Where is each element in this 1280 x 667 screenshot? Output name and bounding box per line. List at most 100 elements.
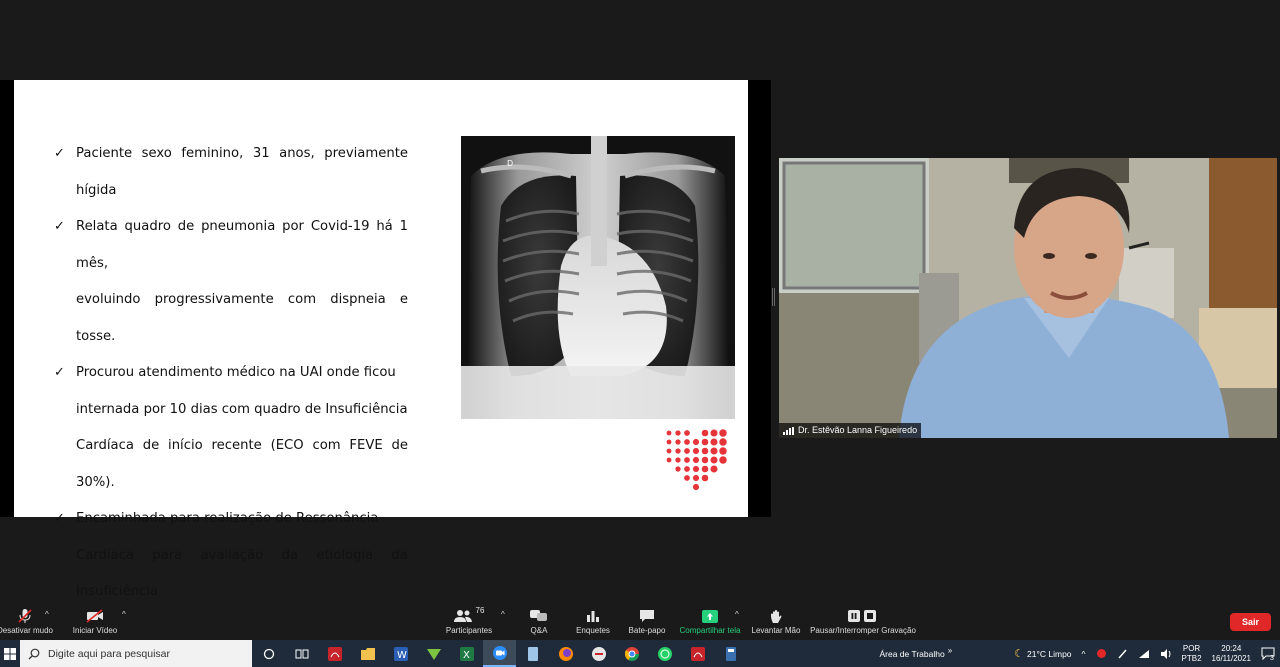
bullet-list: ✓ Paciente sexo feminino, 31 anos, previa… (54, 136, 408, 647)
polls-label: Enquetes (576, 626, 610, 635)
bullet-text: evoluindo progressivamente com dispneia … (76, 292, 408, 344)
participants-count: 76 (475, 606, 485, 615)
share-screen-label: Compartilhar tela (679, 626, 741, 635)
word-icon[interactable]: W (384, 640, 417, 667)
logo-dot (666, 457, 672, 463)
logo-dot (684, 457, 690, 463)
polls-button[interactable]: Enquetes (573, 606, 613, 635)
logo-dot (710, 438, 718, 446)
video-off-icon (86, 606, 104, 626)
raise-hand-label: Levantar Mão (751, 626, 801, 635)
bullet-item: ✓ Paciente sexo feminino, 31 anos, previa… (54, 136, 408, 209)
qa-icon (530, 606, 548, 626)
participants-options-caret[interactable]: ^ (501, 610, 505, 619)
bullet-text: Procurou atendimento médico na UAI onde … (76, 365, 396, 380)
bullet-item-continuation: Cardíaca de início recente (ECO com FEVE… (54, 428, 408, 501)
whatsapp-icon[interactable] (648, 640, 681, 667)
system-tray: Área de Trabalho » ☾ 21°C Limpo ^ POR PTB… (874, 640, 1280, 667)
qa-button[interactable]: Q&A (524, 606, 554, 635)
speaker-video[interactable]: Dr. Estêvão Lanna Figueiredo (779, 158, 1277, 438)
logo-dot (701, 465, 709, 473)
logo-dot (666, 448, 672, 454)
clock[interactable]: 20:24 16/11/2021 (1207, 644, 1256, 664)
logo-dot (710, 447, 718, 455)
logo-dot (719, 429, 727, 437)
bullet-item: ✓ Encaminhada para realização de Ressonân… (54, 501, 408, 538)
taskbar-search-box[interactable]: Digite aqui para pesquisar (20, 640, 252, 667)
meeting-toolbar: Desativar mudo ^ Iniciar Vídeo ^ 76 Part… (0, 600, 1280, 640)
logo-dot (675, 430, 681, 436)
language-bottom: PTB2 (1181, 653, 1202, 663)
app-green-icon[interactable] (417, 640, 450, 667)
logo-dot (675, 448, 681, 454)
logo-dot (675, 439, 681, 445)
share-options-caret[interactable]: ^ (735, 610, 739, 619)
participants-button[interactable]: 76 Participantes (440, 606, 498, 635)
leave-meeting-button[interactable]: Sair (1230, 613, 1271, 631)
search-placeholder: Digite aqui para pesquisar (48, 647, 170, 660)
bullet-text: Relata quadro de pneumonia por Covid-19 … (76, 219, 408, 271)
pause-stop-icon (848, 606, 878, 626)
checkmark-icon: ✓ (54, 365, 65, 380)
raise-hand-button[interactable]: Levantar Mão (750, 606, 802, 635)
logo-dot (701, 447, 709, 455)
speaker-name: Dr. Estêvão Lanna Figueiredo (798, 425, 918, 435)
security-tray-icon[interactable] (1091, 648, 1112, 659)
chrome-icon[interactable] (615, 640, 648, 667)
checkmark-icon: ✓ (54, 511, 65, 526)
volume-icon[interactable] (1155, 648, 1177, 659)
logo-dot (719, 438, 727, 446)
bullet-item: ✓ Procurou atendimento médico na UAI onde… (54, 355, 408, 392)
logo-dot (701, 429, 709, 437)
mute-label: Desativar mudo (0, 626, 54, 635)
firefox-icon[interactable] (549, 640, 582, 667)
language-indicator[interactable]: POR PTB2 (1177, 644, 1207, 664)
notifications-button[interactable]: 3 (1256, 647, 1280, 660)
calculator-icon[interactable] (714, 640, 747, 667)
clock-time: 20:24 (1221, 643, 1242, 653)
zoom-meeting-window: ✓ Paciente sexo feminino, 31 anos, previa… (0, 0, 1280, 640)
split-view-handle[interactable] (772, 288, 775, 306)
chat-button[interactable]: Bate-papo (625, 606, 669, 635)
notification-icon: 3 (1261, 647, 1275, 660)
logo-dot (692, 447, 700, 455)
wifi-icon[interactable] (1133, 649, 1155, 659)
chevron-up-icon: ^ (1081, 648, 1086, 659)
logo-dot (701, 438, 709, 446)
svg-text:W: W (397, 650, 407, 661)
weather-widget[interactable]: ☾ 21°C Limpo (1009, 647, 1076, 660)
notes-app-icon[interactable] (516, 640, 549, 667)
share-screen-button[interactable]: Compartilhar tela (678, 606, 742, 635)
excel-icon[interactable]: X (450, 640, 483, 667)
logo-dot (701, 474, 709, 482)
file-explorer-icon[interactable] (351, 640, 384, 667)
moon-icon: ☾ (1014, 648, 1025, 660)
desktop-label: Área de Trabalho (879, 648, 945, 659)
start-video-button[interactable]: Iniciar Vídeo (70, 606, 120, 635)
task-view-button[interactable] (285, 640, 318, 667)
acrobat-reader-icon[interactable] (681, 640, 714, 667)
zoom-app-icon[interactable] (483, 640, 516, 667)
pause-stop-recording-button[interactable]: Pausar/Interromper Gravação (809, 606, 917, 635)
bullet-text: Encaminhada para realização de Ressonânc… (76, 511, 379, 526)
pen-tray-icon[interactable] (1112, 648, 1133, 659)
video-options-caret[interactable]: ^ (122, 610, 126, 619)
show-hidden-icons-button[interactable]: ^ (1077, 649, 1091, 659)
cortana-button[interactable] (252, 640, 285, 667)
hand-icon (770, 606, 782, 626)
desktop-toolbar[interactable]: Área de Trabalho » (874, 646, 957, 659)
logo-dot (684, 466, 690, 472)
logo-dot (710, 456, 718, 464)
acrobat-pdf-icon[interactable] (318, 640, 351, 667)
weather-text: 21°C Limpo (1027, 648, 1072, 659)
participants-label: Participantes (445, 626, 493, 635)
start-button[interactable] (0, 640, 20, 667)
clock-date: 16/11/2021 (1211, 653, 1251, 663)
mute-options-caret[interactable]: ^ (45, 610, 49, 619)
bullet-text: Paciente sexo feminino, 31 anos, previam… (76, 146, 408, 198)
logo-dot (684, 448, 690, 454)
chest-xray-image: D (461, 136, 735, 419)
bullet-text: Cardíaca para avaliação da etiologia da … (76, 547, 408, 600)
messaging-app-icon[interactable] (582, 640, 615, 667)
logo-dot (692, 456, 700, 464)
